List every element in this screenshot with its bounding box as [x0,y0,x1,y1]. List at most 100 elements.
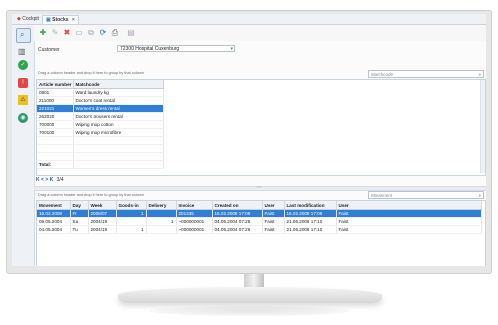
group-by-hint: Drag a column header and drop it here to… [38,71,144,75]
first-record-button[interactable]: K [36,177,40,183]
table-cell: Faist [336,225,482,234]
search-panel-button[interactable]: ⌕ [16,28,31,43]
table-cell: 15.02.2008 17:08 [212,209,263,218]
articles-pager: K < > K 3/4 [36,177,64,183]
shield-icon[interactable]: ✓ [18,60,28,70]
monitor-stand-base [118,287,382,303]
table-cell [37,136,74,145]
search-icon[interactable]: ⌕ [478,71,481,78]
building-icon[interactable]: ▥ [18,47,26,56]
search-icon: ⌕ [20,30,25,39]
column-header[interactable]: Movement [37,201,71,210]
column-header[interactable]: Last modification [284,201,337,210]
add-icon[interactable]: ✚ [38,28,48,38]
chevron-down-icon[interactable]: ▾ [230,46,233,53]
column-header[interactable]: Article number [37,80,74,89]
column-header[interactable]: Delivery [146,201,177,210]
table-cell: 04.06.2004 07:26 [212,225,263,234]
table-row[interactable]: 700100 Wiping mop microfibre [37,128,164,137]
table-cell: 2004/19 [88,225,117,234]
table-cell: Faist [262,225,285,234]
table-cell: 211000 [37,96,74,105]
movements-table: Movement Day Week Goods-in Delivery Invoice Cr… [37,201,482,234]
next-record-button[interactable]: > [45,177,48,183]
tab-bar: ◆ Cockpit ▣ Stocks × [12,14,486,25]
table-cell: 21.06.2006 17:10 [284,217,337,226]
column-header[interactable]: Day [70,201,89,210]
movements-grid: Movement Day Week Goods-in Delivery Invoice Cr… [36,200,486,266]
table-cell: Faist [336,217,482,226]
column-header[interactable]: User [336,201,482,210]
table-cell: 221021 [37,104,74,113]
table-row-empty [37,136,164,145]
app-screen: ◆ Cockpit ▣ Stocks × ⌕ ▥ ✓ ! ⚠ ◉ ✚ ✎ ✖ ▭… [12,14,486,266]
table-row[interactable]: 15.02.2008 Fr 2008/07 1 201335 15.02.2008 17:… [37,209,482,218]
total-label: Total: [37,160,74,169]
table-cell: 2004/19 [88,217,117,226]
tab-stocks[interactable]: ▣ Stocks × [42,15,79,24]
table-cell: Doctor's trousers rental [73,112,164,121]
tab-cockpit[interactable]: ◆ Cockpit [14,15,42,23]
table-cell: 2008/07 [88,209,117,218]
delete-icon[interactable]: ✖ [62,28,72,38]
table-row[interactable]: 08.05.2004 Sa 2004/19 1 ~000000001 04.06.2004… [37,217,482,226]
customer-label: Customer [38,47,60,53]
table-cell: Sa [70,217,89,226]
edit-icon[interactable]: ✎ [50,28,60,38]
matchcode-search-input[interactable]: Matchcode ⌕ [368,70,484,78]
last-record-button[interactable]: K [50,177,54,183]
table-cell: Tu [70,225,89,234]
table-cell [73,160,164,169]
articles-table: Article number Matchcode 0801 Ward laundry… [37,80,164,169]
prev-record-button[interactable]: < [41,177,44,183]
customer-combo[interactable]: 72300 Hospital Cuxenburg ▾ [117,45,235,52]
articles-scrollbar[interactable] [480,80,485,173]
table-cell [73,144,164,153]
group-by-hint-movements: Drag a column header and drop it here to… [38,193,144,197]
globe-icon[interactable]: ◉ [18,113,28,123]
record-position: 3/4 [56,177,64,183]
toolbar: ✚ ✎ ✖ ▭ ⧉ ⟳ ⎙ ▤ [34,25,486,41]
search-icon[interactable]: ⌕ [478,192,481,199]
table-cell: 21.06.2006 17:10 [284,225,337,234]
copy-icon[interactable]: ⧉ [86,28,96,38]
table-cell: 15.02.2008 [37,209,71,218]
column-header[interactable]: Invoice [176,201,213,210]
table-row[interactable]: 0801 Ward laundry kg [37,88,164,97]
table-cell: 08.05.2004 [37,217,71,226]
table-row-empty [37,144,164,153]
table-cell: Faist [262,217,285,226]
table-cell: Faist [262,209,285,218]
refresh-icon[interactable]: ⟳ [98,28,108,38]
export-icon[interactable]: ▤ [126,28,136,38]
table-cell: 04.06.2004 07:28 [212,217,263,226]
table-cell [37,144,74,153]
column-header[interactable]: Goods-in [116,201,147,210]
column-header[interactable]: Created on [212,201,263,210]
column-header[interactable]: User [262,201,285,210]
table-row[interactable]: 262020 Doctor's trousers rental [37,112,164,121]
table-row[interactable]: 221021 Women's dress rental [37,104,164,113]
alert-icon[interactable]: ! [18,78,28,88]
table-row[interactable]: 04.05.2004 Tu 2004/19 1 ~000000001 04.06.2004… [37,225,482,234]
print-icon[interactable]: ⎙ [110,28,120,38]
table-cell [116,217,147,226]
table-cell: 04.05.2004 [37,225,71,234]
stocks-icon: ▣ [46,17,51,23]
table-row-empty [37,152,164,161]
column-header[interactable]: Week [88,201,117,210]
articles-grid: Article number Matchcode 0801 Ward laundry… [36,79,486,176]
table-cell: 700000 [37,120,74,129]
warning-icon[interactable]: ⚠ [18,95,28,105]
column-header[interactable]: Matchcode [73,80,164,89]
table-cell: 0801 [37,88,74,97]
table-cell: ~000000001 [176,217,213,226]
table-cell: 700100 [37,128,74,137]
monitor-shadow [150,306,350,316]
movement-search-input[interactable]: Movement ⌕ [368,191,484,199]
close-icon[interactable]: × [72,17,75,23]
table-cell: 1 [116,209,147,218]
save-icon[interactable]: ▭ [74,28,84,38]
table-row[interactable]: 700000 Wiping mop cotton [37,120,164,129]
table-row[interactable]: 211000 Doctor's coat rental [37,96,164,105]
